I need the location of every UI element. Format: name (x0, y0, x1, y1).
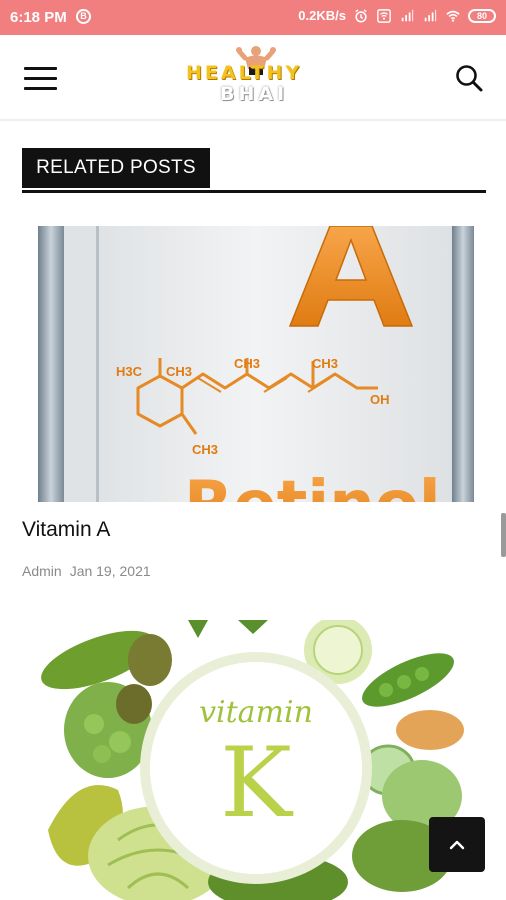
formula-label: CH3 (192, 442, 218, 457)
vitamin-k-illustration: vitamin K (38, 620, 474, 900)
post-title[interactable]: Vitamin A (22, 518, 110, 542)
back-to-top-button[interactable] (429, 817, 485, 872)
post-date: Jan 19, 2021 (69, 563, 151, 579)
alarm-icon (355, 8, 367, 22)
retinol-word: Retinol (184, 468, 441, 502)
vitamin-a-illustration: H3C CH3 CH3 CH3 OH CH3 Retinol A (38, 226, 474, 502)
site-logo[interactable]: HEALTHY BHAI (180, 45, 330, 109)
signal-icon (401, 9, 414, 21)
hamburger-icon[interactable] (24, 67, 57, 91)
post-thumbnail-vitamin-k[interactable]: vitamin K (38, 620, 474, 900)
status-icons: 0.2KB/s 80 (298, 8, 496, 23)
status-time: 6:18 PM (10, 9, 67, 26)
formula-label: CH3 (166, 364, 192, 379)
post-author[interactable]: Admin (22, 563, 62, 579)
battery-icon: 80 (468, 8, 496, 23)
status-b-badge: B (76, 9, 91, 24)
vowifi-icon (377, 8, 391, 23)
logo-text-top: HEALTHY (186, 62, 303, 84)
network-speed: 0.2KB/s (298, 8, 346, 23)
post-meta: Admin Jan 19, 2021 (22, 563, 151, 579)
formula-label: H3C (116, 364, 143, 379)
wifi-icon (446, 10, 460, 22)
post-thumbnail-vitamin-a[interactable]: H3C CH3 CH3 CH3 OH CH3 Retinol A (38, 226, 474, 502)
chevron-up-icon (449, 840, 465, 850)
signal-icon (424, 9, 437, 21)
vitamin-word: vitamin (199, 695, 313, 730)
related-posts-header: RELATED POSTS (22, 148, 486, 193)
logo-text-bottom: BHAI (220, 83, 289, 105)
formula-label: CH3 (312, 356, 338, 371)
search-icon[interactable] (454, 63, 484, 93)
related-posts-title: RELATED POSTS (22, 148, 210, 188)
formula-label: CH3 (234, 356, 260, 371)
vitamin-k-letter: K (220, 727, 294, 839)
site-header: HEALTHY BHAI (0, 35, 506, 121)
status-bar: 6:18 PM B 0.2KB/s 80 (0, 0, 506, 35)
formula-label: OH (370, 392, 390, 407)
scrollbar[interactable] (501, 513, 506, 557)
